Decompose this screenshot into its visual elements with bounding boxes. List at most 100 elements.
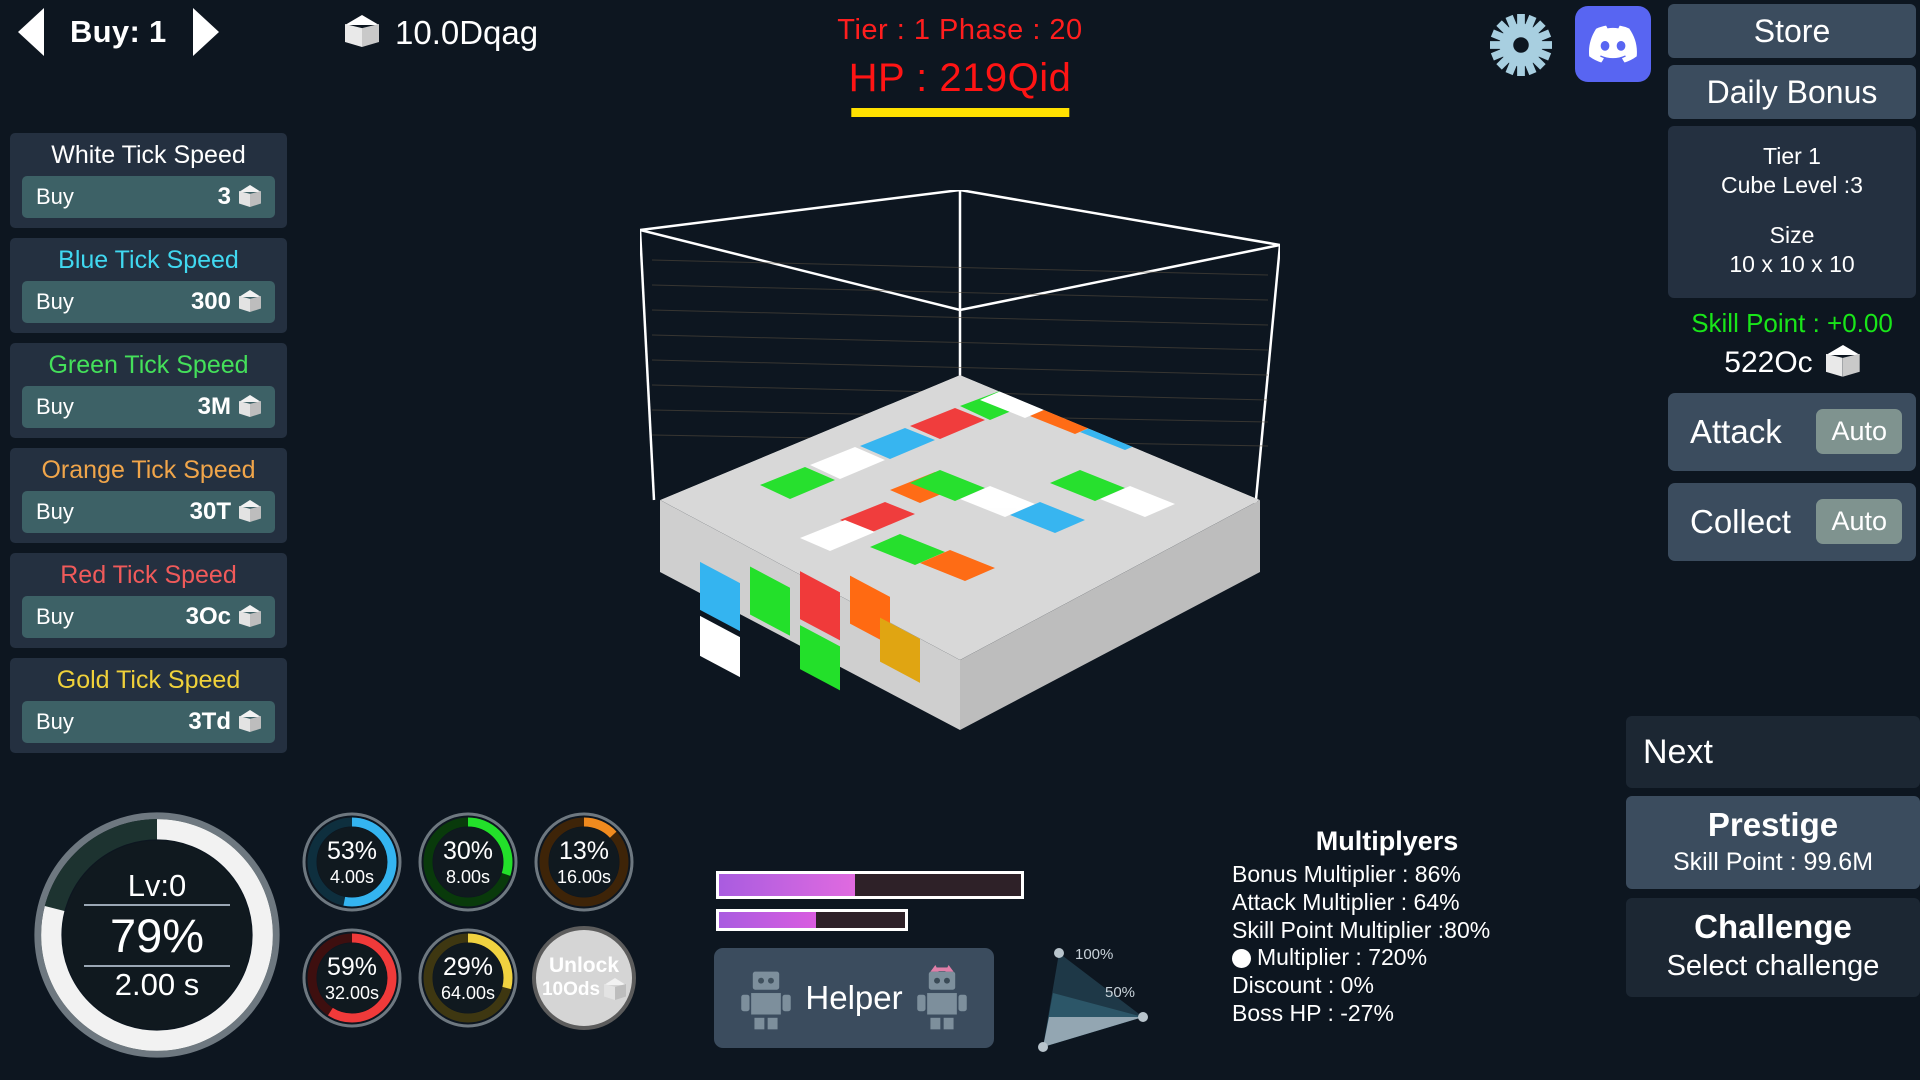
challenge-button[interactable]: Challenge Select challenge (1626, 898, 1920, 997)
next-button[interactable]: Next (1626, 716, 1920, 788)
tick-meter[interactable]: 29% 64.00s (416, 926, 520, 1030)
multipliers-title: Multiplyers (1315, 826, 1459, 856)
attack-label: Attack (1690, 412, 1782, 450)
top-bar: Buy: 1 10.0Dqag Tier : 1 Phase : 20 HP :… (0, 0, 1920, 117)
upgrade-name: White Tick Speed (51, 141, 246, 169)
cube-balance: 522Oc (1668, 344, 1916, 381)
upgrade-buy-label: Buy (36, 604, 74, 629)
skill-point-gain: Skill Point : +0.00 (1691, 307, 1893, 338)
prestige-button[interactable]: Prestige Skill Point : 99.6M (1626, 796, 1920, 889)
upgrade-buy-button[interactable]: Buy 3M (22, 386, 275, 428)
discord-icon (1589, 25, 1637, 63)
upgrade-cost-group: 30T (190, 498, 261, 526)
upgrade-name: Green Tick Speed (48, 351, 249, 379)
radar-outer-label: 100% (1075, 946, 1113, 963)
upgrade-buy-button[interactable]: Buy 30T (22, 491, 275, 533)
main-meter-percent: 79% (109, 908, 205, 962)
multiplier-row: Boss HP : -27% (1232, 1000, 1542, 1028)
upgrade-buy-label: Buy (36, 709, 74, 734)
unlock-tick-meter[interactable]: Unlock 10Ods (532, 926, 636, 1030)
upgrade-cost: 300 (190, 288, 231, 315)
upgrade-buy-button[interactable]: Buy 3Td (22, 701, 275, 743)
multiplier-label: Bonus Multiplier : 86% (1232, 861, 1461, 887)
progress-bar-secondary-fill (719, 912, 816, 928)
upgrade-cost: 30T (189, 498, 231, 525)
main-meter-level: Lv:0 (127, 867, 187, 903)
daily-bonus-button[interactable]: Daily Bonus (1668, 65, 1916, 119)
cube-currency-icon (239, 290, 261, 314)
upgrade-buy-button[interactable]: Buy 3 (22, 176, 275, 218)
tick-meter-seconds: 4.00s (329, 866, 375, 887)
multiplier-row: Skill Point Multiplier :80% (1232, 917, 1542, 945)
gear-icon[interactable] (1490, 14, 1552, 76)
tick-meter-percent: 13% (558, 836, 610, 865)
upgrade-card: Green Tick Speed Buy 3M (10, 343, 287, 438)
tier-label: Tier 1 (1763, 143, 1821, 169)
tick-meter-percent: 29% (442, 952, 494, 981)
attack-auto-toggle[interactable]: Auto (1816, 409, 1902, 455)
upgrade-name: Gold Tick Speed (56, 666, 241, 694)
unlock-button[interactable]: Unlock 10Ods (532, 926, 636, 1030)
upgrade-card: Blue Tick Speed Buy 300 (10, 238, 287, 333)
unlock-label: Unlock (548, 954, 619, 977)
buy-amount-label: Buy: 1 (70, 14, 167, 49)
upgrade-card: White Tick Speed Buy 3 (10, 133, 287, 228)
upgrade-buy-button[interactable]: Buy 3Oc (22, 596, 275, 638)
upgrade-cost-group: 300 (191, 288, 261, 316)
boss-hp-bar (850, 108, 1069, 117)
main-meter-seconds: 2.00 s (114, 966, 200, 1002)
tick-meter[interactable]: 53% 4.00s (300, 810, 404, 914)
tick-meter[interactable]: 13% 16.00s (532, 810, 636, 914)
multiplier-row: Attack Multiplier : 64% (1232, 889, 1542, 917)
divider (84, 903, 230, 906)
progress-bar-primary-fill (719, 874, 855, 896)
upgrade-cost-group: 3Td (188, 708, 261, 736)
upgrade-name: Orange Tick Speed (41, 456, 256, 484)
boss-status: Tier : 1 Phase : 20 HP : 219Qid (837, 14, 1082, 117)
tick-meter-seconds: 8.00s (445, 866, 491, 887)
helper-button[interactable]: Helper (714, 948, 994, 1048)
cube-currency-icon (239, 605, 261, 629)
multiplier-label: Multiplier : 720% (1257, 944, 1428, 971)
tick-meter-seconds: 32.00s (324, 982, 380, 1003)
upgrade-buy-label: Buy (36, 184, 74, 209)
cube-currency-icon (239, 185, 261, 209)
tick-meter[interactable]: 30% 8.00s (416, 810, 520, 914)
unlock-cost: 10Ods (541, 979, 601, 1000)
cube-currency-icon (345, 15, 379, 51)
cube-currency-icon (239, 395, 261, 419)
tick-meter-seconds: 16.00s (556, 866, 612, 887)
collect-button[interactable]: Collect Auto (1668, 482, 1916, 561)
multiplier-row: Multiplier : 720% (1232, 944, 1542, 972)
tick-meter-percent: 59% (326, 952, 378, 981)
upgrade-card: Gold Tick Speed Buy 3Td (10, 658, 287, 753)
tick-meter[interactable]: 59% 32.00s (300, 926, 404, 1030)
tick-meter-percent: 30% (442, 836, 494, 865)
next-buy-amount-icon[interactable] (192, 8, 219, 56)
multiplier-row: Bonus Multiplier : 86% (1232, 861, 1542, 889)
collect-auto-toggle[interactable]: Auto (1816, 499, 1902, 545)
multiplier-label: Boss HP : -27% (1232, 1000, 1394, 1027)
prev-buy-amount-icon[interactable] (18, 8, 44, 56)
discord-button[interactable] (1575, 6, 1651, 82)
tick-meter-grid: 53% 4.00s 30% 8.00s 13% 16.00s 59% 32.00s 29% 64.… (300, 810, 636, 1030)
main-tick-meter[interactable]: Lv:0 79% 2.00 s (22, 800, 292, 1070)
prestige-title: Prestige (1707, 806, 1839, 843)
challenge-title: Challenge (1694, 908, 1852, 945)
cube-viewport[interactable] (80, 188, 1282, 1014)
upgrade-buy-button[interactable]: Buy 300 (22, 281, 275, 323)
size-value: 10 x 10 x 10 (1729, 251, 1855, 278)
game-screen: Buy: 1 10.0Dqag Tier : 1 Phase : 20 HP :… (0, 0, 1920, 1080)
challenge-subtitle: Select challenge (1666, 950, 1880, 982)
tick-meter-seconds: 64.00s (440, 982, 496, 1003)
white-cube-dot-icon (1232, 948, 1251, 968)
radar-widget: 100% 50% (1025, 935, 1165, 1075)
upgrade-cost: 3Oc (185, 603, 231, 630)
attack-button[interactable]: Attack Auto (1668, 392, 1916, 471)
upgrade-buy-label: Buy (36, 289, 74, 314)
cube-currency-icon (604, 978, 627, 1002)
store-button[interactable]: Store (1668, 4, 1916, 58)
upgrade-cost-group: 3 (218, 183, 261, 211)
cube-currency-icon (239, 710, 261, 734)
robot-left-icon (741, 971, 792, 1030)
